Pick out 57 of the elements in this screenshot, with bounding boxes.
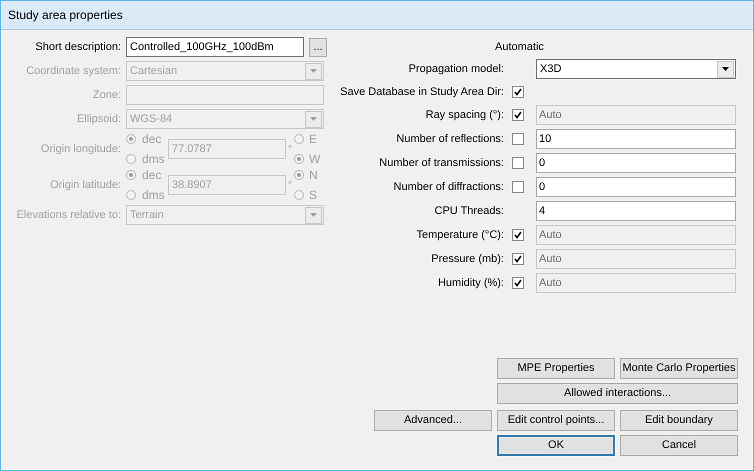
field-label: Zone: [92, 88, 122, 103]
field-label: Propagation model: [408, 62, 504, 77]
dialog-button[interactable]: MPE Properties [497, 358, 615, 379]
field-label: Ray spacing (°): [424, 108, 504, 123]
section-heading: Automatic [495, 40, 545, 55]
dialog-button[interactable]: Edit boundary [620, 410, 738, 431]
dialog-button[interactable]: Cancel [620, 435, 738, 456]
text-field[interactable]: Auto [536, 225, 736, 245]
dropdown[interactable]: X3D [536, 59, 736, 79]
radio-label: W [309, 151, 320, 168]
text-field[interactable]: Auto [536, 273, 736, 293]
radio-label: dec [142, 131, 162, 148]
radio-label: dms [142, 151, 165, 168]
field-label: Short description: [34, 40, 122, 55]
field-label: Humidity (%): [436, 276, 504, 291]
field-label: CPU Threads: [434, 204, 504, 219]
window-title: Study area properties [8, 7, 123, 24]
field-label: Number of reflections: [395, 132, 504, 147]
radio-label: N [309, 167, 318, 184]
checkbox[interactable] [512, 277, 524, 289]
degree-symbol: ° [288, 178, 292, 192]
dialog-button[interactable]: Advanced... [374, 410, 492, 431]
radio-label: dec [142, 167, 162, 184]
checkbox[interactable] [512, 109, 524, 121]
checkbox[interactable] [512, 253, 524, 265]
radio-label: dms [142, 187, 165, 204]
field-label: Number of diffractions: [392, 180, 504, 195]
text-field[interactable]: 0 [536, 177, 736, 197]
dialog-button[interactable]: Edit control points... [497, 410, 615, 431]
text-field[interactable] [126, 85, 324, 105]
field-label: Number of transmissions: [378, 156, 504, 171]
checkbox[interactable] [512, 86, 524, 98]
ok-button[interactable]: OK [497, 435, 615, 456]
text-field[interactable]: Auto [536, 105, 736, 125]
field-label: Ellipsoid: [76, 112, 122, 127]
dialog-button[interactable]: Allowed interactions... [497, 383, 738, 404]
field-label: Coordinate system: [25, 64, 122, 79]
text-field[interactable]: Controlled_100GHz_100dBm [126, 37, 304, 57]
field-label: Elevations relative to: [15, 208, 122, 223]
radio-label: S [309, 187, 318, 204]
checkbox[interactable] [512, 229, 524, 241]
field-label: Save Database in Study Area Dir: [339, 84, 504, 100]
text-field[interactable]: 0 [536, 153, 736, 173]
field-label: Pressure (mb): [430, 252, 504, 267]
text-field[interactable]: 4 [536, 201, 736, 221]
text-field[interactable]: Auto [536, 249, 736, 269]
checkbox[interactable] [512, 133, 524, 145]
browse-button[interactable]: ... [309, 38, 327, 56]
field-label: Temperature (°C): [415, 228, 504, 243]
radio-label: E [309, 131, 318, 148]
text-field[interactable]: 10 [536, 129, 736, 149]
dialog-button[interactable]: Monte Carlo Properties [620, 358, 738, 379]
degree-symbol: ° [288, 142, 292, 156]
field-label: Origin latitude: [49, 178, 122, 193]
field-label: Origin longitude: [40, 142, 122, 157]
checkbox[interactable] [512, 181, 524, 193]
checkbox[interactable] [512, 157, 524, 169]
